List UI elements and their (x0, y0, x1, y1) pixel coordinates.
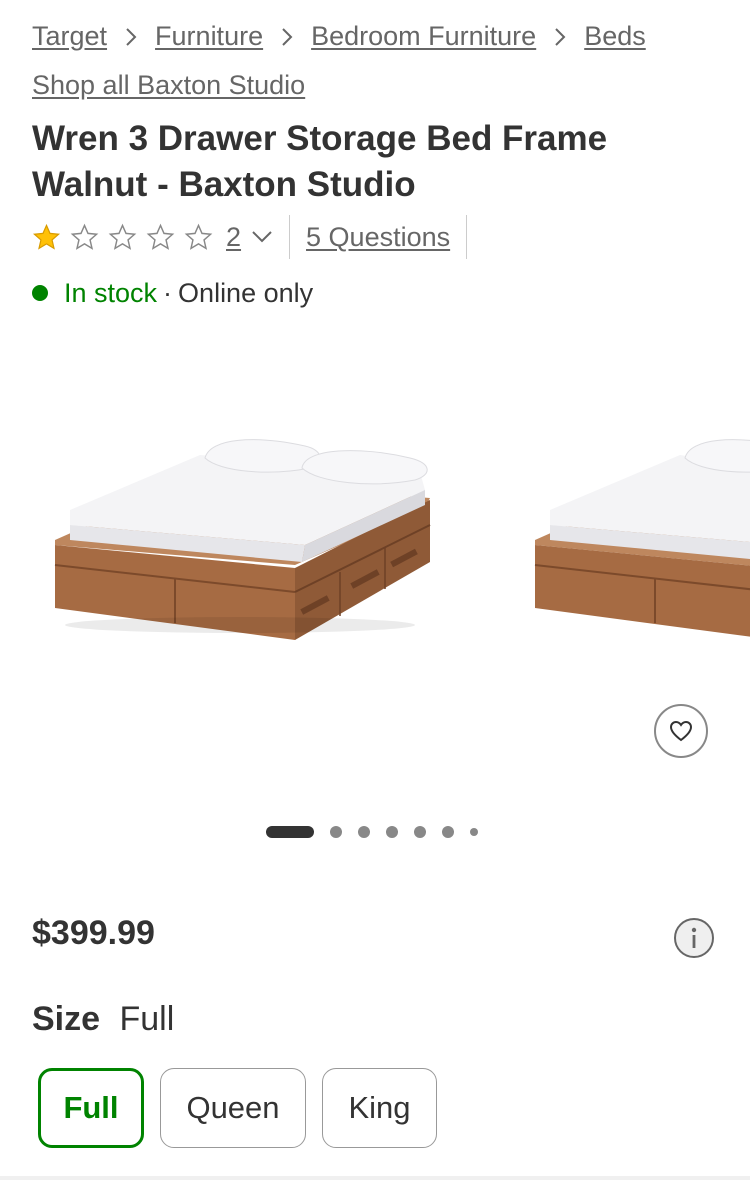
carousel-pagination[interactable] (266, 824, 478, 840)
star-empty-icon (108, 223, 137, 250)
size-selector-header: Size Full (32, 1000, 174, 1039)
product-price: $399.99 (32, 914, 155, 952)
shop-all-brand-link[interactable]: Shop all Baxton Studio (32, 70, 305, 101)
star-empty-icon (146, 223, 175, 250)
divider (289, 215, 291, 259)
carousel-dot[interactable] (330, 826, 342, 838)
product-image-bed-frame (54, 439, 431, 640)
chevron-down-icon[interactable] (251, 230, 273, 244)
chevron-right-icon (107, 21, 155, 52)
breadcrumb-link-furniture[interactable]: Furniture (155, 21, 263, 52)
stock-status-text: In stock (64, 277, 158, 308)
size-options: Full Queen King (38, 1068, 453, 1148)
in-stock-dot-icon (32, 285, 48, 301)
star-rating[interactable] (32, 223, 222, 252)
size-selected-value: Full (119, 1000, 175, 1038)
breadcrumb-link-target[interactable]: Target (32, 21, 107, 52)
stock-separator: · (163, 277, 173, 308)
price-info-button[interactable] (674, 918, 714, 958)
carousel-dot-active[interactable] (266, 826, 314, 838)
favorite-button[interactable] (654, 704, 708, 758)
chevron-right-icon (263, 21, 311, 52)
size-option-king[interactable]: King (322, 1068, 437, 1148)
availability-text: Online only (178, 277, 314, 308)
product-title-line2: Walnut - Baxton Studio (32, 165, 416, 204)
carousel-dot[interactable] (414, 826, 426, 838)
divider (466, 215, 468, 259)
carousel-dot[interactable] (386, 826, 398, 838)
size-option-queen[interactable]: Queen (160, 1068, 306, 1148)
review-count-link[interactable]: 2 (226, 222, 241, 253)
stock-status: In stock · Online only (32, 276, 313, 310)
breadcrumb-link-beds[interactable]: Beds (584, 21, 646, 52)
carousel-dot[interactable] (442, 826, 454, 838)
carousel-dot[interactable] (470, 828, 478, 836)
product-image-carousel[interactable] (0, 340, 750, 800)
carousel-dot[interactable] (358, 826, 370, 838)
breadcrumb-link-bedroom-furniture[interactable]: Bedroom Furniture (311, 21, 536, 52)
breadcrumb: Target Furniture Bedroom Furniture Beds (32, 16, 646, 56)
info-icon (691, 927, 697, 948)
product-title: Wren 3 Drawer Storage Bed Frame Walnut -… (32, 116, 722, 208)
size-label: Size (32, 1000, 101, 1038)
heart-icon (669, 720, 693, 742)
product-title-line1: Wren 3 Drawer Storage Bed Frame (32, 119, 608, 158)
star-filled-icon (32, 223, 61, 250)
divider (0, 1176, 750, 1180)
product-image-bed-frame-alt (534, 439, 750, 637)
rating-row: 2 5 Questions (32, 214, 483, 260)
star-empty-icon (70, 223, 99, 250)
chevron-right-icon (536, 21, 584, 52)
size-option-full[interactable]: Full (38, 1068, 144, 1148)
star-empty-icon (184, 223, 213, 250)
questions-link[interactable]: 5 Questions (306, 222, 450, 253)
